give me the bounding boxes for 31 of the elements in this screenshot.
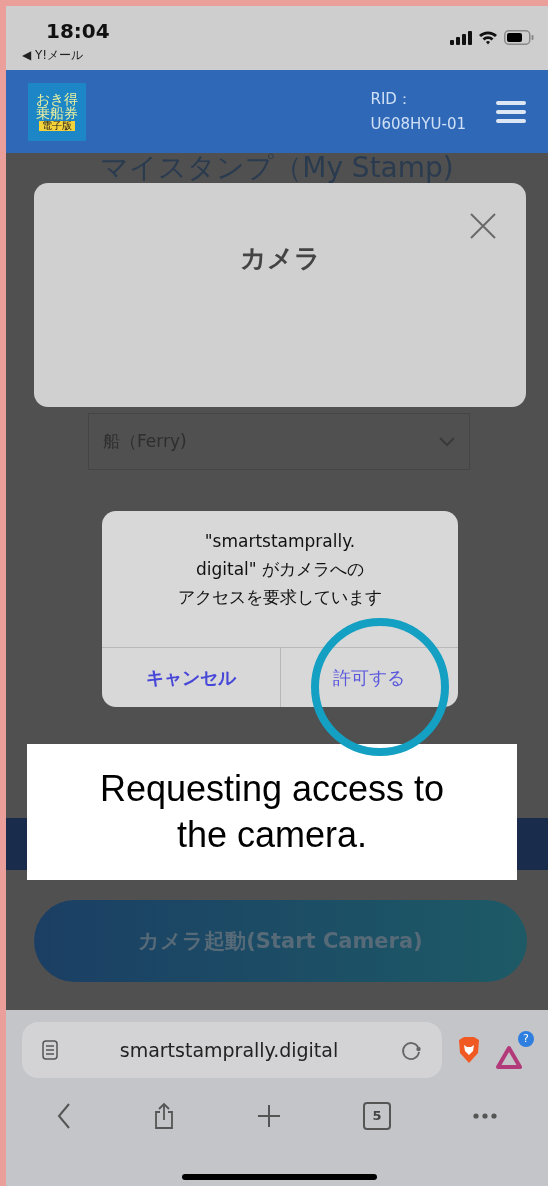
rid-value: U608HYU-01 xyxy=(370,115,466,133)
menu-icon[interactable] xyxy=(496,100,526,123)
alert-button[interactable]: 許可する xyxy=(279,648,458,707)
tab-count-button[interactable]: 5 xyxy=(363,1102,391,1130)
logo-text: 乗船券 xyxy=(36,106,78,121)
dialog-title: カメラ xyxy=(239,242,321,275)
clock-time: 18:04 xyxy=(46,19,110,43)
reload-icon[interactable] xyxy=(400,1039,422,1061)
battery-icon xyxy=(504,30,534,45)
annotation-caption: Requesting access to the camera. xyxy=(27,744,517,880)
close-icon[interactable] xyxy=(470,213,496,239)
logo-text: おき得 xyxy=(36,91,78,107)
signal-icon xyxy=(450,30,472,45)
back-icon[interactable] xyxy=(57,1103,71,1129)
address-bar[interactable]: smartstamprally.digital xyxy=(22,1022,442,1078)
logo-text: 電子版 xyxy=(39,120,75,132)
alert-message-line: digital" がカメラへの xyxy=(195,558,365,581)
more-icon[interactable] xyxy=(473,1113,497,1119)
wifi-icon xyxy=(478,30,498,45)
triangle-icon xyxy=(496,1045,522,1069)
alert-message-line: アクセスを要求しています xyxy=(178,586,382,609)
share-icon[interactable] xyxy=(153,1102,175,1130)
back-to-app-link[interactable]: ◀ Y!メール xyxy=(22,47,84,64)
app-logo[interactable]: おき得 乗船券 電子版 xyxy=(28,82,86,141)
rid-label: RID： xyxy=(370,90,413,109)
plus-icon[interactable] xyxy=(257,1104,281,1128)
document-icon xyxy=(42,1040,58,1060)
alert-button[interactable]: キャンセル xyxy=(102,648,280,707)
alert-message-line: "smartstamprally. xyxy=(204,530,356,553)
extension-button[interactable]: ? xyxy=(496,1031,534,1069)
help-badge: ? xyxy=(518,1031,534,1047)
